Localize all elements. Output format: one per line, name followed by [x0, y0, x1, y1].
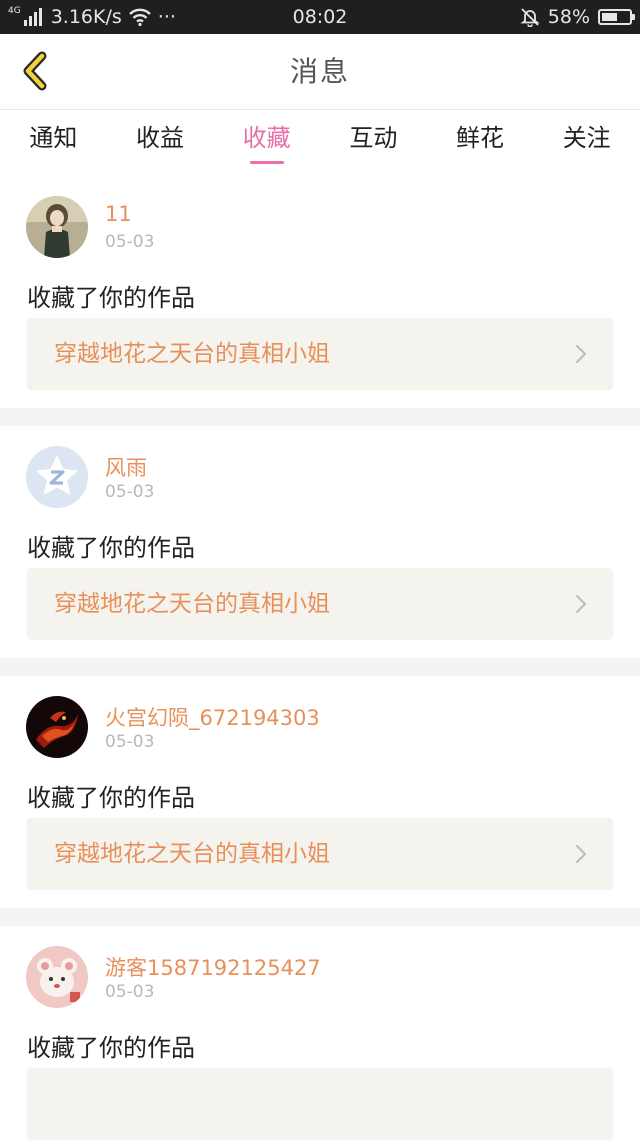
tab-notifications[interactable]: 通知 — [0, 110, 107, 176]
app-header: 消息 — [0, 34, 640, 110]
message-card: 火宫幻陨_672194303 05-03 收藏了你的作品 穿越地花之天台的真相小… — [0, 676, 640, 908]
work-title: 穿越地花之天台的真相小姐 — [54, 591, 330, 617]
message-date: 05-03 — [105, 732, 155, 752]
tab-favorites[interactable]: 收藏 — [213, 110, 320, 176]
battery-percent: 58% — [547, 6, 590, 28]
action-text: 收藏了你的作品 — [27, 534, 195, 562]
username[interactable]: 火宫幻陨_672194303 — [105, 702, 320, 732]
work-link[interactable]: 穿越地花之天台的真相小姐 — [27, 318, 613, 390]
status-right: 58% — [520, 0, 635, 34]
card-divider — [0, 908, 640, 926]
avatar[interactable] — [26, 946, 88, 1008]
tab-follows[interactable]: 关注 — [533, 110, 640, 176]
message-card: 风雨 05-03 收藏了你的作品 穿越地花之天台的真相小姐 — [0, 426, 640, 658]
message-header: 风雨 05-03 — [0, 426, 640, 512]
message-card: 游客1587192125427 05-03 收藏了你的作品 — [0, 926, 640, 1140]
girl-photo-avatar-icon — [26, 196, 88, 258]
tab-flowers[interactable]: 鲜花 — [427, 110, 534, 176]
tab-interactions[interactable]: 互动 — [320, 110, 427, 176]
page-title: 消息 — [289, 55, 350, 88]
message-date: 05-03 — [105, 982, 155, 1002]
message-tabs: 通知 收益 收藏 互动 鲜花 关注 — [0, 110, 640, 176]
message-header: 火宫幻陨_672194303 05-03 — [0, 676, 640, 762]
back-button[interactable] — [14, 48, 60, 94]
card-divider — [0, 408, 640, 426]
chevron-right-icon — [575, 844, 587, 864]
card-divider — [0, 658, 640, 676]
qq-default-avatar-icon — [26, 446, 88, 508]
status-bar: 4G 3.16K/s ··· 08:02 58% — [0, 0, 640, 34]
username[interactable]: 游客1587192125427 — [105, 952, 321, 982]
chevron-right-icon — [575, 594, 587, 614]
cartoon-mouse-avatar-icon — [26, 946, 88, 1008]
work-link[interactable]: 穿越地花之天台的真相小姐 — [27, 568, 613, 640]
message-list: 11 05-03 收藏了你的作品 穿越地花之天台的真相小姐 风雨 05-03 收… — [0, 176, 640, 1140]
tab-earnings[interactable]: 收益 — [107, 110, 214, 176]
message-date: 05-03 — [105, 232, 155, 252]
fire-dragon-avatar-icon — [26, 696, 88, 758]
battery-icon — [598, 9, 635, 25]
chevron-right-icon — [575, 344, 587, 364]
action-text: 收藏了你的作品 — [27, 784, 195, 812]
work-title: 穿越地花之天台的真相小姐 — [54, 841, 330, 867]
work-link[interactable]: 穿越地花之天台的真相小姐 — [27, 818, 613, 890]
username[interactable]: 11 — [105, 202, 132, 226]
chevron-left-icon — [23, 51, 47, 91]
work-link[interactable] — [27, 1068, 613, 1140]
bell-muted-icon — [520, 8, 540, 27]
message-date: 05-03 — [105, 482, 155, 502]
avatar[interactable] — [26, 696, 88, 758]
avatar[interactable] — [26, 196, 88, 258]
avatar[interactable] — [26, 446, 88, 508]
action-text: 收藏了你的作品 — [27, 284, 195, 312]
action-text: 收藏了你的作品 — [27, 1034, 195, 1062]
message-card: 11 05-03 收藏了你的作品 穿越地花之天台的真相小姐 — [0, 176, 640, 408]
work-title: 穿越地花之天台的真相小姐 — [54, 341, 330, 367]
username[interactable]: 风雨 — [105, 452, 147, 482]
message-header: 游客1587192125427 05-03 — [0, 926, 640, 1012]
battery-level-fill — [602, 13, 617, 21]
message-header: 11 05-03 — [0, 176, 640, 262]
